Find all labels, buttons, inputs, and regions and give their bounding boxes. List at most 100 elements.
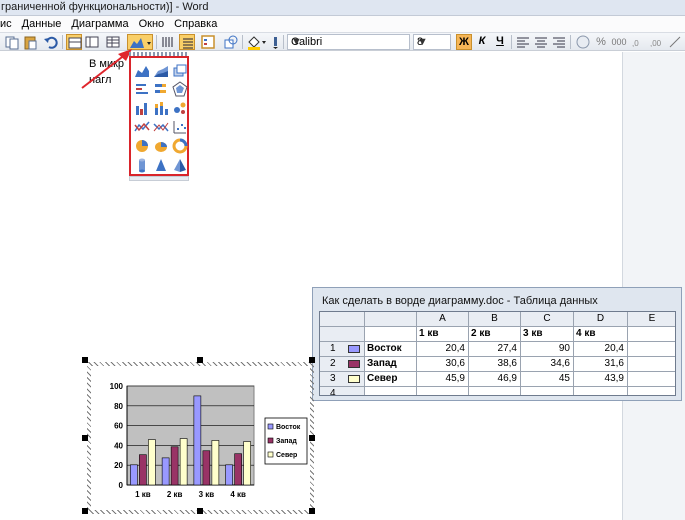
chart-area[interactable]: 0 20 40 60 80 100 1 кв 2 кв 3 кв 4 кв Восток Запад С… <box>91 366 310 510</box>
stacked-column-chart-icon[interactable] <box>153 100 169 116</box>
gallery-resize-handle[interactable] <box>129 176 189 181</box>
datasheet-cell[interactable] <box>469 387 521 395</box>
resize-handle[interactable] <box>82 357 88 363</box>
resize-handle[interactable] <box>82 435 88 441</box>
menu-item-chart[interactable]: Диаграмма <box>66 16 133 33</box>
doughnut-chart-icon[interactable] <box>172 138 188 154</box>
3d-pie-chart-icon[interactable] <box>153 138 169 154</box>
datasheet-cell[interactable]: 27,4 <box>469 342 521 357</box>
radar-chart-icon[interactable] <box>172 81 188 97</box>
category-axis-icon[interactable] <box>160 34 176 50</box>
font-size-select[interactable]: 8 ▼ <box>413 34 451 50</box>
align-center-icon[interactable] <box>533 34 549 50</box>
resize-handle[interactable] <box>197 357 203 363</box>
resize-handle[interactable] <box>309 508 315 514</box>
undo-icon[interactable] <box>43 34 59 50</box>
stacked-bar-chart-icon[interactable] <box>153 81 169 97</box>
area-chart-icon[interactable] <box>134 62 150 78</box>
datasheet-cell[interactable] <box>574 387 628 395</box>
bar-Запад[interactable] <box>202 450 211 486</box>
cylinder-chart-icon[interactable] <box>134 157 150 173</box>
bar-chart-icon[interactable] <box>134 81 150 97</box>
drawing-icon[interactable] <box>223 34 239 50</box>
chart-object[interactable]: 0 20 40 60 80 100 1 кв 2 кв 3 кв 4 кв Восток Запад С… <box>82 357 315 514</box>
datasheet-col-header[interactable]: B <box>469 312 521 327</box>
bar-Север[interactable] <box>148 439 156 486</box>
datasheet-cell[interactable] <box>628 342 675 357</box>
datasheet-col-header[interactable]: D <box>574 312 628 327</box>
line-markers-chart-icon[interactable] <box>153 119 169 135</box>
legend-icon[interactable] <box>200 34 216 50</box>
datasheet-cell[interactable] <box>628 387 675 395</box>
copy-icon[interactable] <box>4 34 20 50</box>
bar-Запад[interactable] <box>170 446 179 486</box>
bar-Восток[interactable] <box>225 464 233 486</box>
datasheet-category-cell[interactable]: 3 кв <box>521 327 574 342</box>
bubble-chart-icon[interactable] <box>172 100 188 116</box>
datasheet-series-label[interactable]: Восток <box>365 342 417 357</box>
datasheet-category-cell[interactable] <box>628 327 675 342</box>
datasheet-cell[interactable] <box>365 327 417 342</box>
datasheet-cell[interactable] <box>628 357 675 372</box>
percent-icon[interactable]: % <box>593 34 609 50</box>
line-chart-icon[interactable] <box>134 119 150 135</box>
bar-Восток[interactable] <box>161 457 170 486</box>
datasheet-corner[interactable] <box>320 312 365 327</box>
datasheet-row-header[interactable]: 4 <box>320 387 365 395</box>
menu-item-window[interactable]: Окно <box>134 16 170 33</box>
datasheet-cell[interactable]: 20,4 <box>574 342 628 357</box>
menu-item-help[interactable]: Справка <box>169 16 222 33</box>
datasheet-row-header[interactable]: 3 <box>320 372 365 387</box>
fill-color-icon[interactable] <box>246 34 268 50</box>
resize-handle[interactable] <box>309 435 315 441</box>
datasheet-cell[interactable]: 30,6 <box>417 357 469 372</box>
datasheet-cell[interactable]: 45,9 <box>417 372 469 387</box>
thousands-icon[interactable]: 000 <box>611 34 627 50</box>
datasheet-cell[interactable] <box>628 372 675 387</box>
resize-handle[interactable] <box>197 508 203 514</box>
datasheet-cell[interactable] <box>521 387 574 395</box>
paste-icon[interactable] <box>22 34 38 50</box>
toolbar-options-icon[interactable] <box>272 34 280 50</box>
datasheet-category-cell[interactable]: 2 кв <box>469 327 521 342</box>
datasheet-cell[interactable]: 43,9 <box>574 372 628 387</box>
value-axis-icon[interactable] <box>179 34 195 50</box>
align-right-icon[interactable] <box>551 34 567 50</box>
angle-text-icon[interactable] <box>667 34 683 50</box>
bar-Восток[interactable] <box>130 464 138 486</box>
font-name-select[interactable]: Calibri ▼ <box>287 34 410 50</box>
datasheet-category-cell[interactable]: 4 кв <box>574 327 628 342</box>
menu-item-data[interactable]: Данные <box>17 16 67 33</box>
datasheet-col-header[interactable] <box>365 312 417 327</box>
datasheet-cell[interactable]: 45 <box>521 372 574 387</box>
datasheet-category-cell[interactable]: 1 кв <box>417 327 469 342</box>
bar-Север[interactable] <box>243 441 251 486</box>
datasheet-cell[interactable]: 90 <box>521 342 574 357</box>
cone-chart-icon[interactable] <box>153 157 169 173</box>
currency-icon[interactable] <box>575 34 591 50</box>
datasheet-series-label[interactable]: Запад <box>365 357 417 372</box>
datasheet-series-label[interactable]: Север <box>365 372 417 387</box>
bold-button[interactable]: Ж <box>456 34 472 50</box>
datasheet-cell[interactable] <box>417 387 469 395</box>
datasheet-cell[interactable]: 38,6 <box>469 357 521 372</box>
pyramid-chart-icon[interactable] <box>172 157 188 173</box>
bar-Север[interactable] <box>179 438 188 486</box>
italic-button[interactable]: К <box>474 34 490 50</box>
datasheet-series-label[interactable] <box>365 387 417 395</box>
resize-handle[interactable] <box>82 508 88 514</box>
resize-handle[interactable] <box>309 357 315 363</box>
datasheet-col-header[interactable]: C <box>521 312 574 327</box>
align-left-icon[interactable] <box>515 34 531 50</box>
bar-Восток[interactable] <box>193 395 202 486</box>
scatter-chart-icon[interactable] <box>172 119 188 135</box>
pie-chart-icon[interactable] <box>134 138 150 154</box>
datasheet-row-header[interactable] <box>320 327 365 342</box>
datasheet-col-header[interactable]: E <box>628 312 675 327</box>
datasheet-row-header[interactable]: 1 <box>320 342 365 357</box>
datasheet-cell[interactable]: 31,6 <box>574 357 628 372</box>
datasheet-col-header[interactable]: A <box>417 312 469 327</box>
stacked-area-chart-icon[interactable] <box>153 62 169 78</box>
column-chart-icon[interactable] <box>134 100 150 116</box>
3d-area-chart-icon[interactable] <box>172 62 188 78</box>
